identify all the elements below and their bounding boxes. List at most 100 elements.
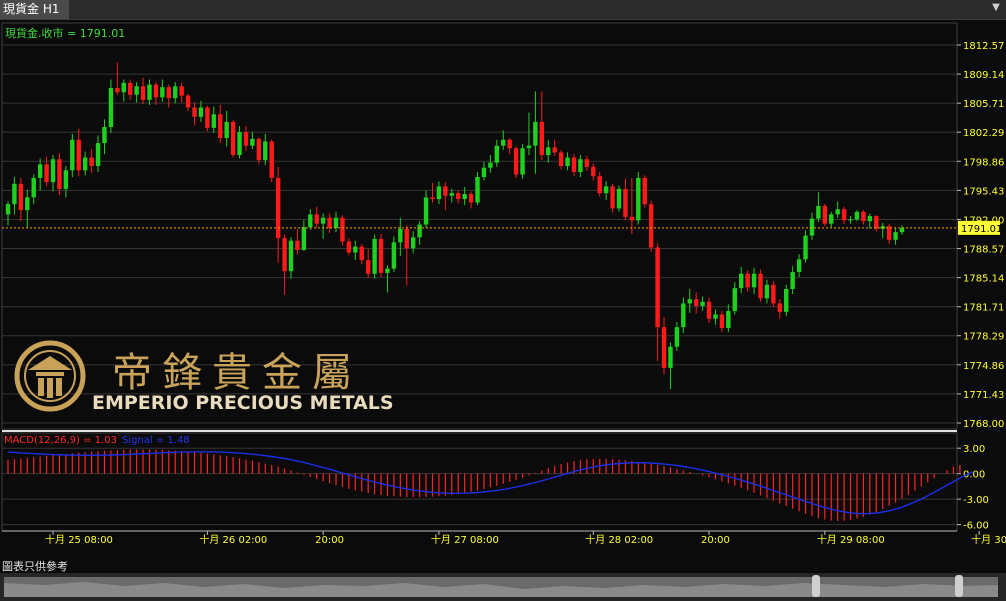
candle-down (513, 148, 519, 175)
candle-up (82, 157, 88, 171)
candle-down (642, 177, 647, 205)
candle-up (121, 82, 126, 93)
candle-up (160, 87, 165, 98)
candle-up (134, 86, 139, 95)
candle-down (275, 177, 281, 239)
candle-down (153, 84, 159, 98)
candle-up (803, 235, 808, 260)
candle-up (410, 237, 416, 249)
price-tick-label: 1802.29 (963, 128, 1004, 139)
candle-down (327, 217, 332, 228)
candle-down (18, 183, 24, 211)
candle-down (597, 176, 602, 194)
candle-down (295, 240, 300, 250)
candle-up (301, 227, 307, 250)
candle-up (829, 214, 834, 224)
candle-up (372, 238, 377, 274)
candle-down (507, 139, 512, 149)
candle-up (173, 86, 178, 99)
candle-up (809, 218, 815, 236)
candle-up (50, 159, 56, 183)
tab-chart[interactable]: 現貨金 H1 (0, 0, 70, 19)
overview-silhouette (4, 582, 998, 597)
candle-up (533, 121, 538, 146)
candle-down (365, 260, 371, 274)
candle-up (751, 273, 757, 288)
candle-up (25, 197, 30, 211)
macd-tick-label: -3.00 (963, 495, 989, 506)
scrollbar-handle-right[interactable] (955, 575, 963, 597)
candle-up (5, 204, 11, 215)
candle-up (423, 197, 429, 225)
candle-up (636, 177, 641, 221)
window-menu-arrow-icon[interactable]: ▼ (990, 1, 1002, 15)
candle-up (95, 143, 101, 167)
candle-down (706, 301, 712, 319)
candle-up (899, 227, 905, 233)
candle-up (288, 240, 294, 272)
price-tick-label: 1781.71 (963, 303, 1004, 314)
candle-up (102, 127, 107, 144)
chart-canvas[interactable]: 1812.57 1809.14 1805.71 1802.29 1798.86 1795.… (0, 20, 1006, 556)
candle-up (224, 121, 229, 139)
macd-value-label: MACD(12,26,9) = 1.03 (4, 435, 117, 446)
time-tick-label: 十月 29 08:00 (817, 533, 885, 546)
scrollbar-handle-left[interactable] (812, 575, 820, 597)
candle-down (179, 86, 184, 96)
candle-up (494, 145, 500, 163)
chart-scrollbar[interactable] (0, 573, 1006, 601)
time-tick-label: 十月 25 08:00 (45, 533, 113, 546)
candle-up (63, 170, 69, 189)
candle-down (205, 107, 210, 128)
candle-up (848, 219, 853, 221)
scrollbar-track[interactable] (4, 577, 998, 597)
price-panel-label: 現貨金.收市 = 1791.01 (5, 26, 125, 40)
candle-up (526, 145, 532, 149)
time-tick-label: 十月 28 02:00 (585, 533, 653, 546)
price-tick-label: 1809.14 (963, 70, 1004, 81)
price-tick-label: 1805.71 (963, 99, 1004, 110)
candle-up (488, 162, 493, 168)
candle-down (719, 314, 725, 329)
brand-emblem-icon (14, 340, 86, 412)
candle-up (308, 214, 313, 228)
time-tick-label: 十月 26 02:00 (199, 533, 267, 546)
candle-down (243, 132, 249, 146)
candle-up (250, 138, 255, 146)
candle-down (623, 188, 628, 217)
candle-up (198, 107, 204, 117)
candle-down (359, 246, 364, 261)
price-tick-label: 1778.29 (963, 332, 1004, 343)
candle-up (70, 139, 75, 171)
candle-up (713, 314, 718, 319)
candle-down (44, 164, 49, 183)
candle-up (475, 177, 480, 203)
brand-name-chinese: 帝鋒貴金屬 (112, 350, 362, 396)
candle-up (616, 188, 622, 209)
price-tick-label: 1771.43 (963, 390, 1004, 401)
candle-down (610, 186, 615, 209)
price-tick-label: 1798.86 (963, 157, 1004, 168)
candle-up (668, 346, 673, 368)
candle-up (147, 84, 152, 100)
candle-up (31, 177, 36, 198)
candle-down (76, 139, 81, 171)
candle-up (700, 301, 705, 306)
candle-down (89, 157, 94, 167)
candle-up (449, 193, 454, 196)
candle-up (854, 211, 860, 220)
candle-down (430, 197, 435, 200)
candle-down (539, 121, 545, 155)
candle-up (462, 194, 467, 200)
price-tick-label: 1768.00 (963, 419, 1004, 430)
candle-down (655, 247, 660, 328)
candle-up (398, 228, 403, 243)
candle-up (681, 303, 686, 328)
candle-down (693, 299, 699, 306)
candle-down (230, 121, 236, 155)
time-tick-label: 十月 27 08:00 (431, 533, 499, 546)
candle-down (340, 217, 345, 242)
candle-up (546, 147, 551, 155)
candle-up (893, 232, 898, 240)
chart-window: 現貨金 H1 ▼ 1812.57 1809.14 1805.71 1802.29 179… (0, 0, 1006, 601)
